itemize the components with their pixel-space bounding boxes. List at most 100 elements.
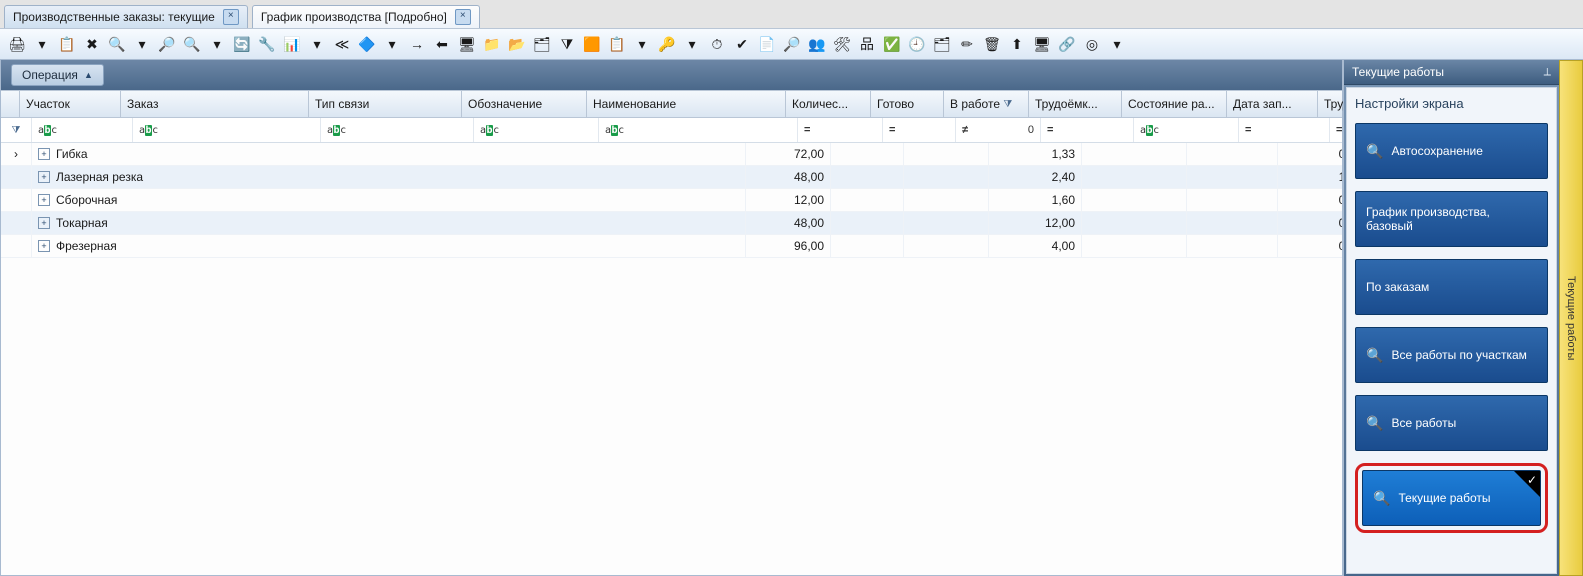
cell-gotovo — [831, 235, 904, 257]
screen-button-label: По заказам — [1366, 280, 1429, 294]
close-icon[interactable]: × — [223, 9, 239, 25]
toolbar-button-25[interactable]: ▾ — [631, 33, 653, 55]
table-row[interactable]: +Токарная48,0012,000,00 — [1, 212, 1342, 235]
screen-button-5[interactable]: 🔍Текущие работы✓ — [1362, 470, 1541, 526]
toolbar-button-11[interactable]: 📊 — [281, 33, 303, 55]
expand-icon[interactable]: + — [38, 194, 50, 206]
toolbar-button-23[interactable]: 🟧 — [581, 33, 603, 55]
toolbar-button-0[interactable]: 🖨 — [6, 33, 28, 55]
table-row[interactable]: +Лазерная резка48,002,401,55 — [1, 166, 1342, 189]
cell-sostoyanie — [1082, 166, 1187, 188]
filter-sost[interactable]: abc — [1134, 118, 1239, 142]
col-naimenovanie[interactable]: Наименование — [587, 91, 786, 117]
toolbar-button-33[interactable]: 🛠 — [831, 33, 853, 55]
filter-tip[interactable]: abc — [321, 118, 474, 142]
toolbar-button-40[interactable]: ⬆ — [1006, 33, 1028, 55]
group-by-bar[interactable]: Операция ▲ — [1, 60, 1342, 90]
col-gotovo[interactable]: Готово — [871, 91, 944, 117]
toolbar-button-34[interactable]: 品 — [856, 33, 878, 55]
filter-got[interactable]: = — [883, 118, 956, 142]
screen-button-3[interactable]: 🔍Все работы по участкам — [1355, 327, 1548, 383]
toolbar-button-16[interactable]: → — [406, 33, 428, 55]
filter-naim[interactable]: abc — [599, 118, 798, 142]
expand-icon[interactable]: + — [38, 171, 50, 183]
col-zakaz[interactable]: Заказ — [121, 91, 309, 117]
toolbar-button-26[interactable]: 🔑 — [656, 33, 678, 55]
toolbar-button-44[interactable]: ▾ — [1106, 33, 1128, 55]
col-kolichestvo[interactable]: Количес... — [786, 91, 871, 117]
toolbar-button-4[interactable]: 🔍 — [106, 33, 128, 55]
toolbar-button-38[interactable]: ✏ — [956, 33, 978, 55]
filter-icon-cell[interactable]: ⧩ — [1, 118, 32, 142]
table-row[interactable]: ›+Гибка72,001,330,00 — [1, 143, 1342, 166]
toolbar-button-22[interactable]: ⧩ — [556, 33, 578, 55]
expand-icon[interactable]: + — [38, 217, 50, 229]
toolbar-button-2[interactable]: 📋 — [56, 33, 78, 55]
col-oboznachenie[interactable]: Обозначение — [462, 91, 587, 117]
toolbar-button-29[interactable]: ✔ — [731, 33, 753, 55]
toolbar-button-9[interactable]: 🔄 — [231, 33, 253, 55]
toolbar-button-43[interactable]: ◎ — [1081, 33, 1103, 55]
toolbar-button-7[interactable]: 🔍 — [181, 33, 203, 55]
table-row[interactable]: +Фрезерная96,004,000,00 — [1, 235, 1342, 258]
toolbar-button-35[interactable]: ✅ — [881, 33, 903, 55]
filter-trk[interactable]: = — [1041, 118, 1134, 142]
filter-dzap[interactable]: = — [1239, 118, 1330, 142]
toolbar-button-14[interactable]: 🔷 — [356, 33, 378, 55]
tab-production-schedule[interactable]: График производства [Подробно] × — [252, 5, 480, 28]
toolbar-button-5[interactable]: ▾ — [131, 33, 153, 55]
cell-v-rabote — [904, 212, 989, 234]
toolbar-button-20[interactable]: 📂 — [506, 33, 528, 55]
toolbar-button-31[interactable]: 🔎 — [781, 33, 803, 55]
toolbar-button-13[interactable]: ≪ — [331, 33, 353, 55]
filter-v-rabote[interactable]: ≠0 — [956, 118, 1041, 142]
vertical-tab-current-work[interactable]: Текущие работы — [1559, 60, 1583, 576]
toolbar-button-41[interactable]: 🖥 — [1031, 33, 1053, 55]
toolbar-button-3[interactable]: ✖ — [81, 33, 103, 55]
toolbar-button-10[interactable]: 🔧 — [256, 33, 278, 55]
group-chip-operation[interactable]: Операция ▲ — [11, 64, 104, 86]
toolbar-button-19[interactable]: 📁 — [481, 33, 503, 55]
col-data-zapuska[interactable]: Дата зап... — [1227, 91, 1318, 117]
expand-icon[interactable]: + — [38, 240, 50, 252]
toolbar-button-27[interactable]: ▾ — [681, 33, 703, 55]
toolbar-button-37[interactable]: 🗂 — [931, 33, 953, 55]
table-row[interactable]: +Сборочная12,001,600,00 — [1, 189, 1342, 212]
screen-button-1[interactable]: График производства, базовый — [1355, 191, 1548, 247]
tab-production-orders[interactable]: Производственные заказы: текущие × — [4, 5, 248, 28]
toolbar-button-12[interactable]: ▾ — [306, 33, 328, 55]
toolbar-button-18[interactable]: 🖥 — [456, 33, 478, 55]
toolbar-button-15[interactable]: ▾ — [381, 33, 403, 55]
funnel-icon: ⧩ — [12, 125, 21, 136]
toolbar-button-39[interactable]: 🗑 — [981, 33, 1003, 55]
toolbar-button-8[interactable]: ▾ — [206, 33, 228, 55]
filter-kol[interactable]: = — [798, 118, 883, 142]
row-indicator — [1, 235, 32, 257]
toolbar-button-36[interactable]: 🕘 — [906, 33, 928, 55]
toolbar-button-21[interactable]: 🗂 — [531, 33, 553, 55]
screen-button-4[interactable]: 🔍Все работы — [1355, 395, 1548, 451]
screen-button-2[interactable]: По заказам — [1355, 259, 1548, 315]
col-v-rabote[interactable]: В работе ⧩ — [944, 91, 1029, 117]
filter-row: ⧩ abc abc abc abc abc = = ≠0 = abc = = — [1, 118, 1342, 143]
toolbar-button-6[interactable]: 🔎 — [156, 33, 178, 55]
toolbar-button-28[interactable]: ⏱ — [706, 33, 728, 55]
col-uchastok[interactable]: Участок — [20, 91, 121, 117]
col-sostoyanie[interactable]: Состояние ра... — [1122, 91, 1227, 117]
cell-trudoemkost-fakt: 0,00 — [1278, 143, 1342, 165]
toolbar-button-42[interactable]: 🔗 — [1056, 33, 1078, 55]
toolbar-button-24[interactable]: 📋 — [606, 33, 628, 55]
col-tip-svyazi[interactable]: Тип связи — [309, 91, 462, 117]
toolbar-button-32[interactable]: 👥 — [806, 33, 828, 55]
toolbar-button-1[interactable]: ▾ — [31, 33, 53, 55]
toolbar-button-30[interactable]: 📄 — [756, 33, 778, 55]
toolbar-button-17[interactable]: ⬅ — [431, 33, 453, 55]
pin-icon[interactable]: ⟂ — [1544, 66, 1551, 79]
col-trudoemkost[interactable]: Трудоёмк... — [1029, 91, 1122, 117]
screen-button-0[interactable]: 🔍Автосохранение — [1355, 123, 1548, 179]
filter-uchastok[interactable]: abc — [32, 118, 133, 142]
filter-zakaz[interactable]: abc — [133, 118, 321, 142]
close-icon[interactable]: × — [455, 9, 471, 25]
filter-oboz[interactable]: abc — [474, 118, 599, 142]
expand-icon[interactable]: + — [38, 148, 50, 160]
